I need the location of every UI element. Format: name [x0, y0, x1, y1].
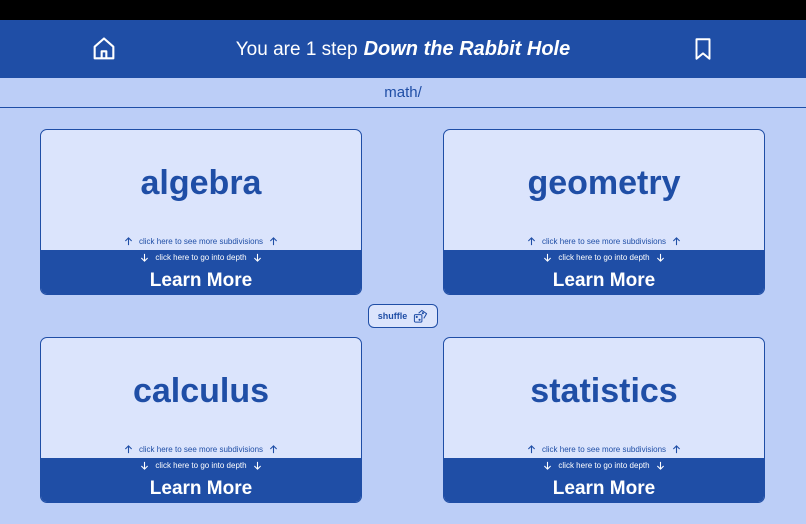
subdivisions-link[interactable]: click here to see more subdivisions	[444, 237, 764, 246]
breadcrumb: math/	[0, 78, 806, 108]
learn-more-button[interactable]: Learn More	[41, 478, 361, 500]
shuffle-button[interactable]: shuffle	[368, 304, 438, 328]
shuffle-label: shuffle	[377, 311, 408, 321]
arrow-up-icon	[269, 237, 278, 246]
topic-card-geometry: geometry click here to see more subdivis…	[443, 129, 765, 295]
card-bottom-bar: click here to go into depth Learn More	[41, 458, 361, 502]
topic-card-calculus: calculus click here to see more subdivis…	[40, 337, 362, 503]
learn-more-button[interactable]: Learn More	[41, 270, 361, 292]
arrow-down-icon	[544, 461, 552, 470]
subdivisions-label: click here to see more subdivisions	[541, 237, 667, 246]
depth-label: click here to go into depth	[558, 253, 650, 262]
arrow-down-icon	[253, 253, 261, 262]
depth-label: click here to go into depth	[558, 461, 650, 470]
depth-link[interactable]: click here to go into depth	[41, 461, 361, 470]
subdivisions-label: click here to see more subdivisions	[138, 445, 264, 454]
brand-name: Down the Rabbit Hole	[363, 37, 571, 60]
step-count-text: You are 1 step	[235, 38, 358, 60]
shuffle-dice-icon	[414, 309, 428, 323]
arrow-up-icon	[124, 445, 133, 454]
topic-card-algebra: algebra click here to see more subdivisi…	[40, 129, 362, 295]
subdivisions-label: click here to see more subdivisions	[541, 445, 667, 454]
subdivisions-link[interactable]: click here to see more subdivisions	[41, 445, 361, 454]
learn-more-button[interactable]: Learn More	[444, 478, 764, 500]
arrow-down-icon	[544, 253, 552, 262]
header: You are 1 step Down the Rabbit Hole	[0, 20, 806, 78]
card-bottom-bar: click here to go into depth Learn More	[41, 250, 361, 294]
subdivisions-label: click here to see more subdivisions	[138, 237, 264, 246]
arrow-down-icon	[141, 253, 149, 262]
arrow-up-icon	[527, 237, 536, 246]
arrow-up-icon	[527, 445, 536, 454]
learn-more-button[interactable]: Learn More	[444, 270, 764, 292]
depth-link[interactable]: click here to go into depth	[444, 253, 764, 262]
arrow-down-icon	[656, 253, 664, 262]
arrow-up-icon	[124, 237, 133, 246]
arrow-down-icon	[141, 461, 149, 470]
top-black-bar	[0, 0, 806, 20]
arrow-up-icon	[269, 445, 278, 454]
card-bottom-bar: click here to go into depth Learn More	[444, 458, 764, 502]
bookmark-icon[interactable]	[690, 35, 716, 63]
subdivisions-link[interactable]: click here to see more subdivisions	[41, 237, 361, 246]
arrow-down-icon	[656, 461, 664, 470]
depth-label: click here to go into depth	[155, 461, 247, 470]
card-title: statistics	[530, 372, 678, 410]
depth-link[interactable]: click here to go into depth	[41, 253, 361, 262]
breadcrumb-path[interactable]: math/	[384, 84, 422, 101]
depth-link[interactable]: click here to go into depth	[444, 461, 764, 470]
subdivisions-link[interactable]: click here to see more subdivisions	[444, 445, 764, 454]
depth-label: click here to go into depth	[155, 253, 247, 262]
header-title: You are 1 step Down the Rabbit Hole	[236, 38, 571, 61]
arrow-up-icon	[672, 237, 681, 246]
card-title: calculus	[132, 372, 270, 410]
topic-card-statistics: statistics click here to see more subdiv…	[443, 337, 765, 503]
card-bottom-bar: click here to go into depth Learn More	[444, 250, 764, 294]
card-title: algebra	[140, 164, 262, 202]
arrow-up-icon	[672, 445, 681, 454]
card-title: geometry	[527, 164, 681, 202]
arrow-down-icon	[253, 461, 261, 470]
home-icon[interactable]	[90, 35, 118, 63]
